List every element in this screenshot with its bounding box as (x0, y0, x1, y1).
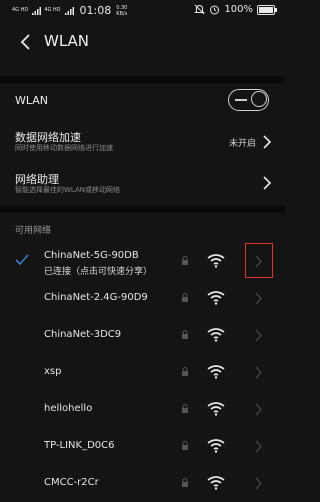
network-row[interactable]: ChinaNet-2.4G-90D9 (0, 280, 285, 317)
toggle-track-line (235, 99, 247, 101)
network-row[interactable]: ChinaNet-5G-90DB 已连接（点击可快速分享） (0, 243, 285, 280)
signal-bars-icon (32, 6, 42, 15)
network-assistant-row[interactable]: 网络助理 智能选择最佳的WLAN或移动网络 (0, 161, 285, 205)
mute-icon (194, 4, 206, 15)
network-name: ChinaNet-2.4G-90D9 (44, 292, 148, 303)
network-row[interactable]: ChinaNet-3DC9 (0, 317, 285, 354)
network-name: TP-LINK_D0C6 (44, 440, 115, 451)
status-time: 01:08 (79, 4, 112, 17)
battery-percent: 100% (224, 4, 253, 15)
network-row[interactable]: hellohello (0, 391, 285, 428)
status-bar: 4G HD 4G HD 01:08 0.30 KB/s 100% (0, 0, 285, 22)
lock-icon (182, 441, 188, 450)
page-title: WLAN (44, 32, 90, 50)
signal-2: 4G HD (44, 7, 61, 13)
network-row[interactable]: xsp (0, 354, 285, 391)
network-details-chevron-icon[interactable] (254, 292, 263, 305)
wlan-toggle-icon[interactable] (228, 89, 269, 111)
network-assistant-subtitle: 智能选择最佳的WLAN或移动网络 (15, 186, 121, 194)
wifi-signal-icon (207, 328, 225, 342)
network-details-chevron-icon[interactable] (254, 440, 263, 453)
chevron-right-icon[interactable] (262, 135, 272, 149)
network-name: hellohello (44, 403, 93, 414)
network-details-chevron-icon[interactable] (254, 329, 263, 342)
status-right: 100% (194, 4, 277, 15)
toggle-knob (251, 91, 267, 107)
status-left: 4G HD 4G HD 01:08 0.30 KB/s (12, 4, 127, 17)
highlight-box (245, 243, 273, 278)
lock-icon (182, 367, 188, 376)
network-name: ChinaNet-5G-90DB (44, 250, 139, 261)
network-status: 已连接（点击可快速分享） (44, 267, 153, 277)
network-details-chevron-icon[interactable] (254, 403, 263, 416)
signal-1: 4G HD (12, 7, 29, 13)
available-networks-label: 可用网络 (15, 226, 52, 236)
wifi-signal-icon (207, 291, 225, 305)
wifi-signal-icon (207, 402, 225, 416)
alarm-icon (210, 5, 220, 15)
chevron-right-icon[interactable] (262, 176, 272, 190)
network-row[interactable]: CMCC-r2Cr (0, 465, 285, 502)
battery-icon (257, 4, 277, 15)
divider (0, 206, 285, 213)
lock-icon (182, 478, 188, 487)
app-header: WLAN (0, 22, 285, 76)
network-details-chevron-icon[interactable] (254, 477, 263, 490)
network-row[interactable]: TP-LINK_D0C6 (0, 428, 285, 465)
lock-icon (182, 404, 188, 413)
lock-icon (182, 256, 188, 265)
data-boost-value: 未开启 (229, 139, 257, 149)
back-arrow-icon[interactable] (16, 32, 36, 52)
network-name: xsp (44, 366, 62, 377)
wifi-signal-icon (207, 439, 225, 453)
battery-fill (259, 6, 273, 13)
network-name: ChinaNet-3DC9 (44, 329, 122, 340)
check-icon (15, 254, 29, 266)
lock-icon (182, 330, 188, 339)
wifi-signal-icon (207, 476, 225, 490)
status-speed: 0.30 KB/s (116, 5, 127, 17)
lock-icon (182, 293, 188, 302)
network-name: CMCC-r2Cr (44, 477, 99, 488)
divider (0, 76, 285, 83)
wifi-signal-icon (207, 254, 225, 268)
speed-unit: KB/s (116, 10, 128, 17)
wlan-label: WLAN (15, 94, 49, 107)
signal-bars-icon (64, 6, 74, 15)
data-boost-subtitle: 同时使用移动数据网络进行加速 (15, 144, 113, 152)
network-details-chevron-icon[interactable] (254, 366, 263, 379)
wifi-signal-icon (207, 365, 225, 379)
